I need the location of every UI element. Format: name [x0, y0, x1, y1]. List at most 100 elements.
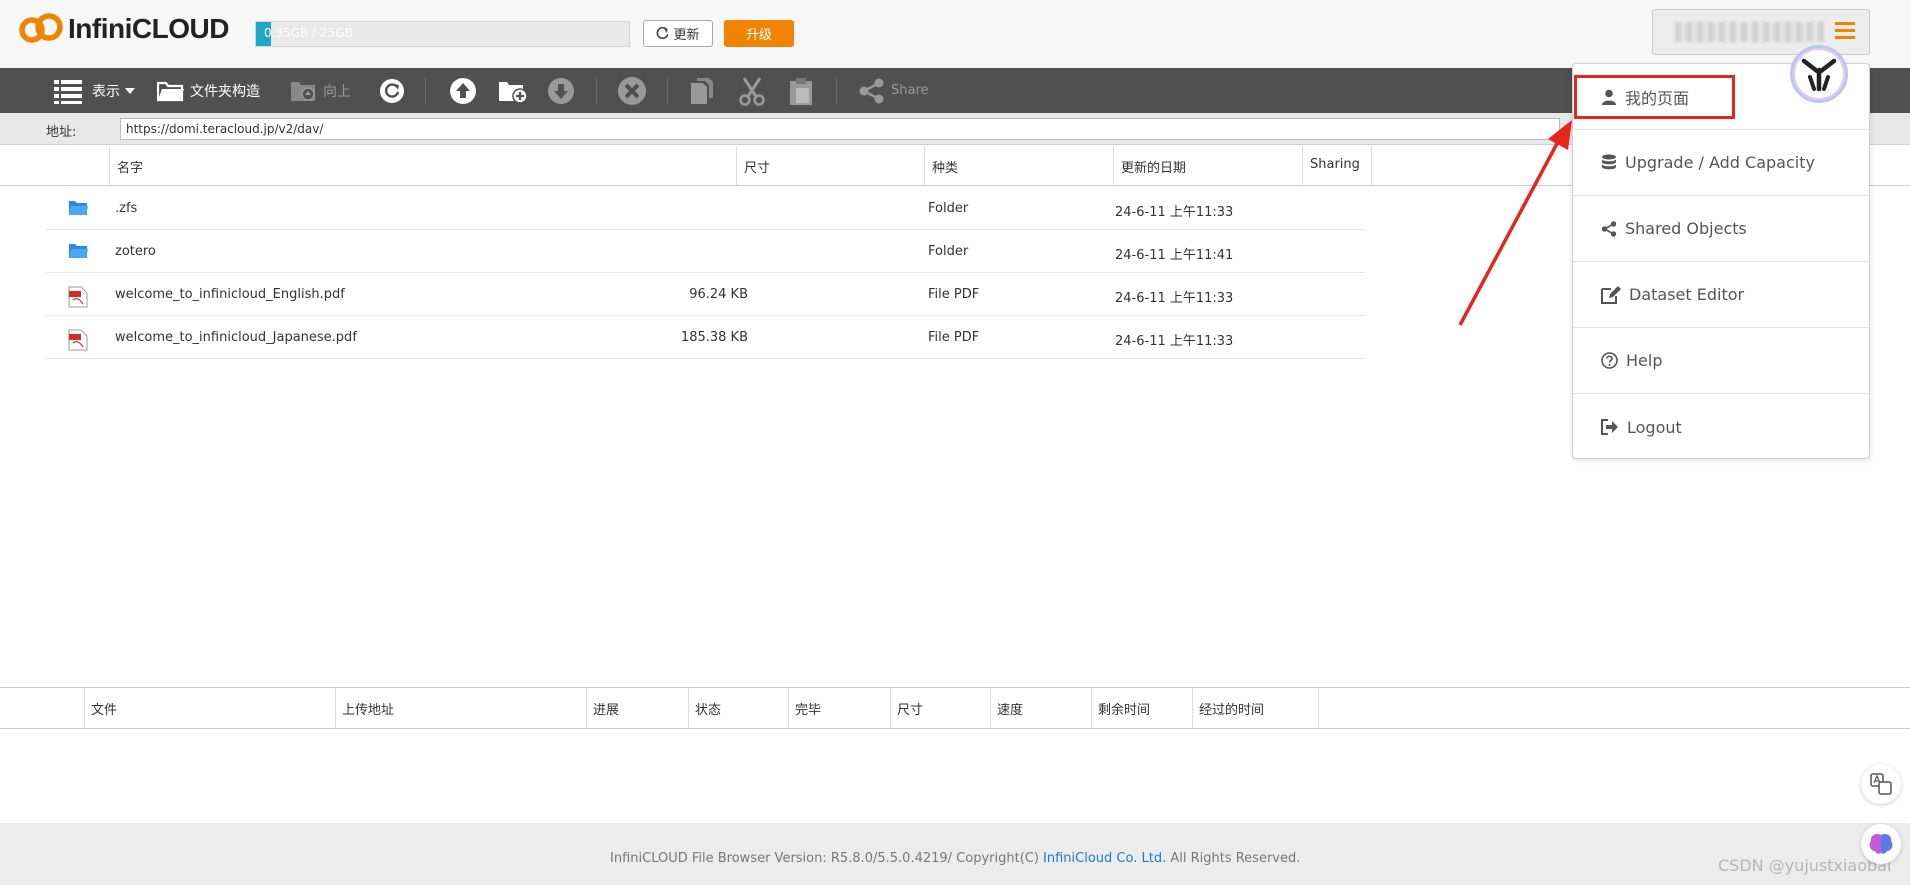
file-kind: File PDF [928, 330, 980, 345]
share-button[interactable]: Share [858, 68, 929, 113]
address-label: 地址: [46, 125, 77, 140]
folder-tree-label: 文件夹构造 [190, 83, 260, 100]
file-row[interactable]: welcome_to_infinicloud_English.pdf 96.24… [46, 273, 1366, 316]
user-icon [1602, 89, 1616, 105]
pdf-icon [68, 286, 88, 308]
scissors-icon [739, 76, 765, 106]
file-date: 24-6-11 上午11:33 [1115, 291, 1234, 306]
file-date: 24-6-11 上午11:33 [1115, 205, 1234, 220]
share-icon [1601, 220, 1617, 237]
menu-item-logout[interactable]: Logout [1573, 394, 1869, 460]
view-label: 表示 [92, 83, 120, 100]
file-row[interactable]: welcome_to_infinicloud_Japanese.pdf 185.… [46, 316, 1366, 359]
brain-icon [1869, 833, 1893, 854]
overlay-badge[interactable] [1790, 45, 1848, 103]
menu-item-upgrade[interactable]: Upgrade / Add Capacity [1573, 130, 1869, 196]
share-label: Share [891, 83, 929, 98]
up-label: 向上 [323, 83, 351, 100]
footer-copyright: InfiniCLOUD File Browser Version: R5.8.0… [610, 851, 1044, 866]
file-kind: File PDF [928, 287, 980, 302]
upload-column-elapsed: 经过的时间 [1192, 688, 1319, 728]
file-date: 24-6-11 上午11:33 [1115, 334, 1234, 349]
download-icon [548, 77, 574, 104]
file-size: 96.24 KB [689, 287, 748, 302]
file-kind: Folder [928, 201, 969, 216]
reload-button[interactable] [379, 68, 405, 113]
upgrade-button[interactable]: 升级 [724, 20, 794, 47]
logo[interactable]: InfiniCLOUD [18, 12, 229, 46]
storage-quota-bar: 0.35GB / 25GB [255, 21, 630, 47]
help-icon [1601, 352, 1618, 369]
csdn-watermark: CSDN @yujustxiaobai [1718, 856, 1892, 875]
hamburger-icon [1835, 22, 1855, 43]
upload-button[interactable] [449, 68, 477, 113]
footer: InfiniCLOUD File Browser Version: R5.8.0… [0, 823, 1910, 885]
new-folder-button[interactable] [498, 68, 528, 113]
user-name-blurred [1675, 22, 1825, 42]
folder-plus-icon [499, 81, 528, 104]
menu-item-dataset-editor[interactable]: Dataset Editor [1573, 262, 1869, 328]
upload-column-size: 尺寸 [890, 688, 990, 728]
file-name[interactable]: welcome_to_infinicloud_Japanese.pdf [115, 330, 357, 345]
paste-button[interactable] [788, 68, 814, 113]
file-name[interactable]: welcome_to_infinicloud_English.pdf [115, 287, 345, 302]
menu-item-label: Logout [1627, 417, 1682, 437]
refresh-label: 更新 [673, 28, 700, 43]
logo-text: InfiniCLOUD [68, 13, 229, 44]
infinity-logo-icon [19, 13, 63, 43]
column-name[interactable]: 名字 [109, 146, 736, 185]
footer-text: InfiniCLOUD File Browser Version: R5.8.0… [610, 851, 1300, 866]
cut-button[interactable] [738, 68, 766, 113]
menu-item-label: Upgrade / Add Capacity [1625, 153, 1815, 172]
upload-column-remaining: 剩余时间 [1091, 688, 1192, 728]
database-icon [1602, 154, 1616, 169]
upload-column-destination: 上传地址 [335, 688, 586, 728]
paste-icon [790, 77, 812, 105]
file-name[interactable]: .zfs [115, 201, 137, 216]
delete-icon [618, 76, 646, 105]
list-icon [54, 79, 82, 104]
caret-down-icon [125, 87, 135, 94]
download-button[interactable] [547, 68, 575, 113]
user-menu-toggle[interactable] [1652, 9, 1870, 55]
copy-button[interactable] [689, 68, 715, 113]
column-kind[interactable]: 种类 [924, 146, 1113, 185]
pdf-icon [68, 329, 88, 351]
upload-column-progress: 进展 [586, 688, 688, 728]
file-row[interactable]: .zfs Folder 24-6-11 上午11:33 [46, 187, 1366, 230]
file-kind: Folder [928, 244, 969, 259]
column-updated[interactable]: 更新的日期 [1113, 146, 1302, 185]
delete-button[interactable] [617, 68, 647, 113]
share-icon [859, 78, 884, 103]
user-dropdown-menu: 我的页面 Upgrade / Add Capacity Shared Objec… [1572, 63, 1870, 459]
assistant-button[interactable] [1861, 824, 1901, 864]
folder-icon [69, 244, 88, 258]
refresh-button[interactable]: 更新 [643, 20, 713, 47]
menu-item-label: 我的页面 [1625, 88, 1690, 108]
company-link[interactable]: InfiniCloud Co. Ltd. [1043, 851, 1166, 866]
menu-item-label: Help [1626, 351, 1663, 370]
column-size[interactable]: 尺寸 [736, 146, 924, 185]
upload-column-file: 文件 [84, 688, 335, 728]
file-size: 185.38 KB [680, 330, 748, 345]
footer-rights: All Rights Reserved. [1166, 851, 1301, 866]
upload-queue-header: 文件 上传地址 进展 状态 完毕 尺寸 速度 剩余时间 经过的时间 [0, 687, 1910, 729]
menu-item-help[interactable]: Help [1573, 328, 1869, 394]
address-input[interactable] [120, 118, 1560, 140]
column-sharing[interactable]: Sharing [1302, 146, 1372, 185]
translate-button[interactable] [1861, 764, 1901, 804]
translate-icon [1870, 773, 1892, 795]
upload-icon [450, 77, 476, 104]
upload-column-speed: 速度 [990, 688, 1091, 728]
view-menu-button[interactable]: 表示 [54, 68, 135, 113]
folder-tree-button[interactable]: 文件夹构造 [157, 68, 260, 113]
folder-up-icon [291, 81, 315, 101]
menu-item-shared-objects[interactable]: Shared Objects [1573, 196, 1869, 262]
menu-item-label: Shared Objects [1625, 219, 1747, 238]
file-name[interactable]: zotero [115, 244, 156, 259]
file-row[interactable]: zotero Folder 24-6-11 上午11:41 [46, 230, 1366, 273]
folder-open-icon [157, 81, 184, 101]
upload-column-done: 完毕 [788, 688, 890, 728]
file-date: 24-6-11 上午11:41 [1115, 248, 1234, 263]
up-button[interactable]: 向上 [290, 68, 351, 113]
